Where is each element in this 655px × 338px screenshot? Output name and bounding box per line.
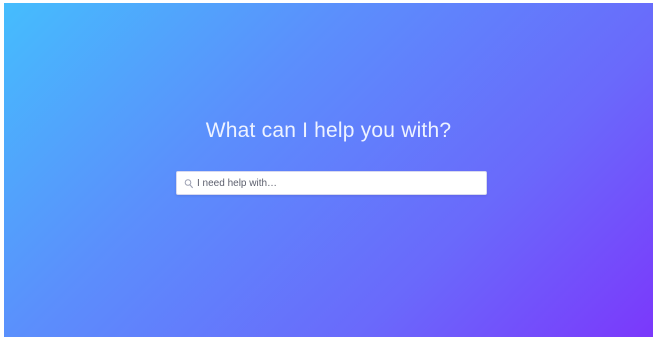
hero-banner: What can I help you with? <box>4 3 653 337</box>
search-icon <box>184 177 194 189</box>
search-input[interactable] <box>197 172 482 194</box>
search-bar[interactable] <box>176 171 487 195</box>
page-title: What can I help you with? <box>205 119 452 142</box>
page: What can I help you with? <box>0 0 655 338</box>
